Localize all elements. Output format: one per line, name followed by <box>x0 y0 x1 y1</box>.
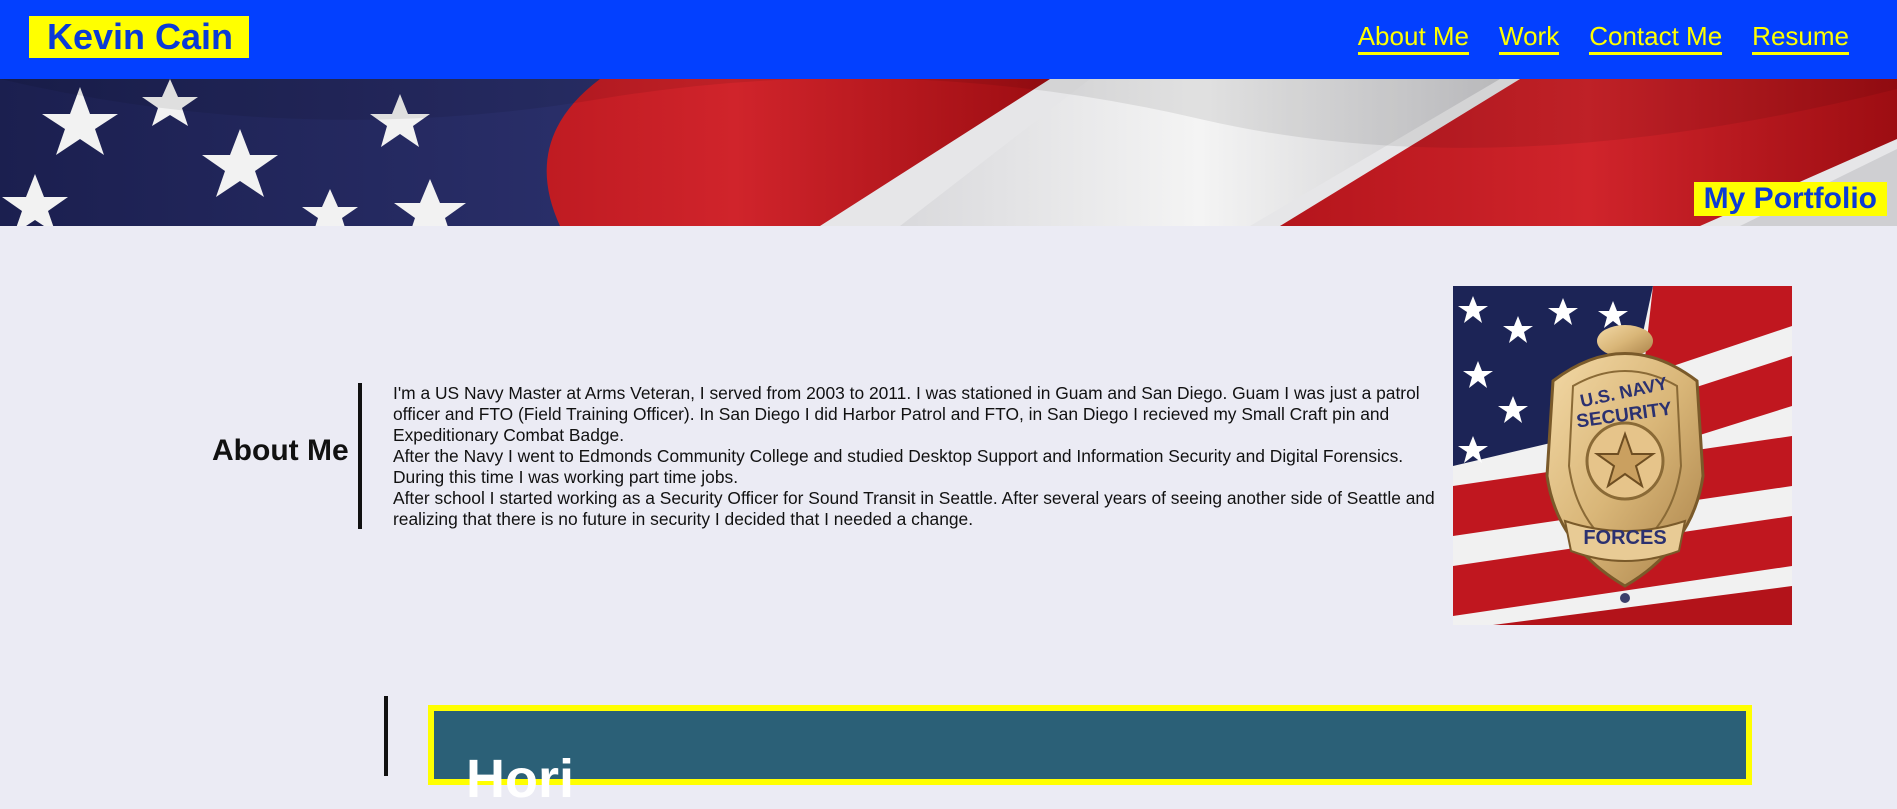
about-divider <box>358 383 362 529</box>
work-divider <box>384 696 388 776</box>
about-paragraph: After the Navy I went to Edmonds Communi… <box>393 446 1404 487</box>
about-paragraph: After school I started working as a Secu… <box>393 488 1435 529</box>
nav-link-about-me[interactable]: About Me <box>1357 20 1470 55</box>
portfolio-label: My Portfolio <box>1693 182 1887 216</box>
work-card-title: Hori <box>466 749 574 809</box>
site-header: Kevin Cain About Me Work Contact Me Resu… <box>0 0 1897 79</box>
navy-security-badge-image: U.S. NAVY SECURITY FORCES <box>1453 286 1792 625</box>
nav-link-work[interactable]: Work <box>1499 20 1560 55</box>
about-paragraph: I'm a US Navy Master at Arms Veteran, I … <box>393 383 1420 445</box>
work-project-card[interactable]: Hori <box>428 705 1752 809</box>
nav-link-contact-me[interactable]: Contact Me <box>1589 20 1723 55</box>
hero-banner: My Portfolio <box>0 79 1897 226</box>
nav-link-resume[interactable]: Resume <box>1752 20 1849 55</box>
flag-banner-image <box>0 79 1897 226</box>
about-text: I'm a US Navy Master at Arms Veteran, I … <box>393 383 1438 530</box>
badge-bottom-text: FORCES <box>1583 527 1666 549</box>
about-heading: About Me <box>212 434 349 467</box>
brand-name[interactable]: Kevin Cain <box>29 16 249 58</box>
main-nav: About Me Work Contact Me Resume <box>1357 20 1849 55</box>
